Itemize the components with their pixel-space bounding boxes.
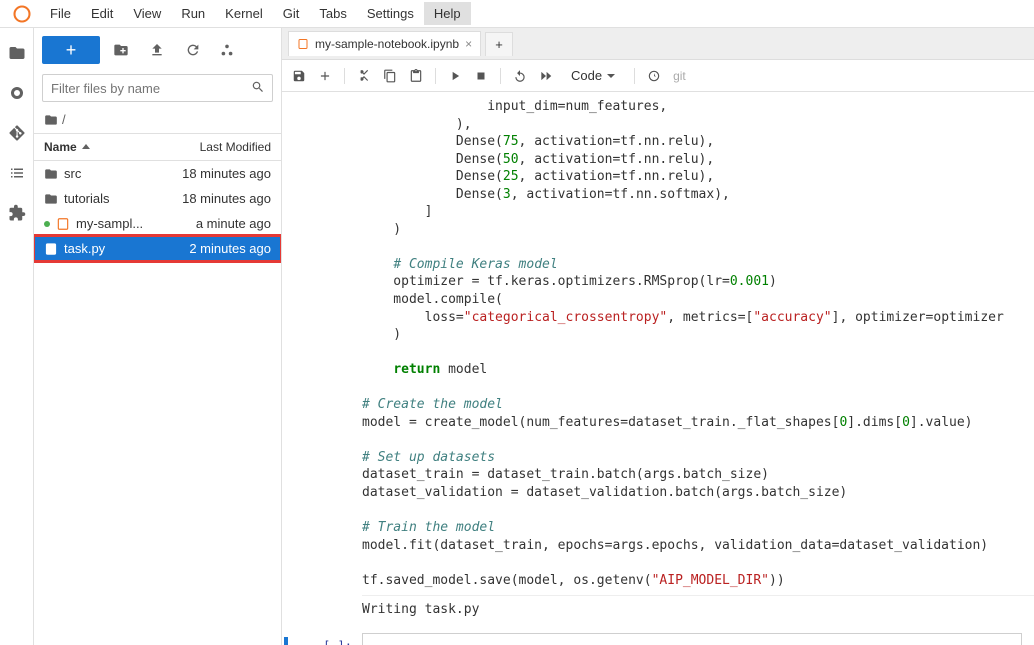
file-name: my-sampl... bbox=[76, 216, 143, 231]
save-icon[interactable] bbox=[292, 69, 306, 83]
menubar: FileEditViewRunKernelGitTabsSettingsHelp bbox=[0, 0, 1034, 28]
new-folder-icon[interactable] bbox=[113, 42, 129, 58]
upload-icon[interactable] bbox=[149, 42, 165, 58]
column-name[interactable]: Name bbox=[44, 140, 91, 154]
column-modified[interactable]: Last Modified bbox=[200, 140, 271, 154]
notebook-icon bbox=[56, 217, 70, 231]
file-name: tutorials bbox=[64, 191, 110, 206]
file-browser-toolbar: + bbox=[34, 28, 281, 70]
file-filter-input[interactable] bbox=[42, 74, 273, 102]
file-list: src 18 minutes ago tutorials 18 minutes ago… bbox=[34, 161, 281, 645]
menu-help[interactable]: Help bbox=[424, 2, 471, 25]
sort-up-icon bbox=[81, 142, 91, 152]
run-icon[interactable] bbox=[448, 69, 462, 83]
jupyter-logo-icon bbox=[12, 4, 32, 24]
empty-cell[interactable]: [ ]: bbox=[282, 633, 1034, 645]
cell-output: Writing task.py bbox=[362, 595, 1034, 623]
git-action-icon[interactable] bbox=[221, 44, 233, 56]
restart-icon[interactable] bbox=[513, 69, 527, 83]
menu-settings[interactable]: Settings bbox=[357, 2, 424, 25]
breadcrumb[interactable]: / bbox=[34, 106, 281, 133]
chevron-down-icon bbox=[606, 71, 616, 81]
folder-icon[interactable] bbox=[8, 44, 26, 62]
search-icon bbox=[251, 80, 265, 94]
file-name: task.py bbox=[64, 241, 105, 256]
menu-view[interactable]: View bbox=[123, 2, 171, 25]
notebook-body: input_dim=num_features, ), Dense(75, act… bbox=[282, 92, 1034, 645]
new-launcher-button[interactable]: + bbox=[42, 36, 100, 64]
restart-run-all-icon[interactable] bbox=[539, 69, 553, 83]
file-row[interactable]: tutorials 18 minutes ago bbox=[34, 186, 281, 211]
copy-icon[interactable] bbox=[383, 69, 397, 83]
python-icon bbox=[44, 242, 58, 256]
menu-edit[interactable]: Edit bbox=[81, 2, 123, 25]
file-filter bbox=[42, 74, 273, 102]
folder-icon bbox=[44, 113, 58, 127]
tab-notebook[interactable]: my-sample-notebook.ipynb × bbox=[288, 31, 481, 56]
input-prompt: [ ]: bbox=[323, 633, 352, 645]
main-area: my-sample-notebook.ipynb × + Cod bbox=[282, 28, 1034, 645]
menu-kernel[interactable]: Kernel bbox=[215, 2, 273, 25]
file-modified: 18 minutes ago bbox=[182, 191, 271, 206]
notebook-toolbar: Code git bbox=[282, 60, 1034, 92]
folder-icon bbox=[44, 167, 58, 181]
file-modified: a minute ago bbox=[196, 216, 271, 231]
file-browser-sidebar: + / Name Last Modified src 18 minutes ago… bbox=[34, 28, 282, 645]
cut-icon[interactable] bbox=[357, 69, 371, 83]
extensions-icon[interactable] bbox=[8, 204, 26, 222]
empty-cell-input[interactable] bbox=[362, 633, 1022, 645]
git-label[interactable]: git bbox=[673, 69, 686, 83]
file-modified: 2 minutes ago bbox=[189, 241, 271, 256]
breadcrumb-root: / bbox=[62, 112, 66, 127]
code-cell[interactable]: input_dim=num_features, ), Dense(75, act… bbox=[282, 98, 1034, 623]
notebook-icon bbox=[297, 38, 309, 50]
menu-tabs[interactable]: Tabs bbox=[309, 2, 356, 25]
running-icon[interactable] bbox=[8, 84, 26, 102]
refresh-icon[interactable] bbox=[185, 42, 201, 58]
file-name: src bbox=[64, 166, 81, 181]
stop-icon[interactable] bbox=[474, 69, 488, 83]
folder-icon bbox=[44, 192, 58, 206]
kernel-status-icon[interactable] bbox=[647, 69, 661, 83]
paste-icon[interactable] bbox=[409, 69, 423, 83]
git-icon[interactable] bbox=[8, 124, 26, 142]
close-icon[interactable]: × bbox=[465, 37, 472, 51]
file-row[interactable]: task.py 2 minutes ago bbox=[34, 236, 281, 261]
code-content: input_dim=num_features, ), Dense(75, act… bbox=[362, 98, 1034, 595]
file-modified: 18 minutes ago bbox=[182, 166, 271, 181]
file-row[interactable]: src 18 minutes ago bbox=[34, 161, 281, 186]
menu-file[interactable]: File bbox=[40, 2, 81, 25]
tab-bar: my-sample-notebook.ipynb × + bbox=[282, 28, 1034, 60]
file-row[interactable]: my-sampl... a minute ago bbox=[34, 211, 281, 236]
active-cell-indicator bbox=[284, 637, 288, 645]
activity-bar bbox=[0, 28, 34, 645]
tab-label: my-sample-notebook.ipynb bbox=[315, 37, 459, 51]
file-list-header: Name Last Modified bbox=[34, 133, 281, 161]
toc-icon[interactable] bbox=[8, 164, 26, 182]
insert-cell-icon[interactable] bbox=[318, 69, 332, 83]
menu-git[interactable]: Git bbox=[273, 2, 310, 25]
cell-type-select[interactable]: Code bbox=[565, 66, 622, 85]
menu-run[interactable]: Run bbox=[171, 2, 215, 25]
add-tab-button[interactable]: + bbox=[485, 32, 513, 56]
